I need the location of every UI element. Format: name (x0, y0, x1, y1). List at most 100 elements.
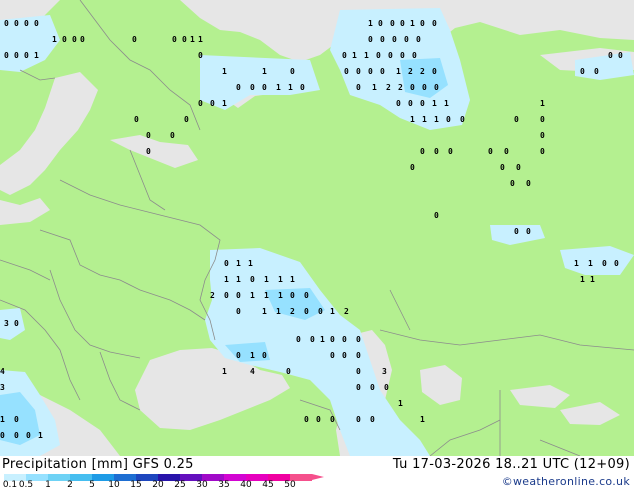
map-canvas: 0 0 0 01 0 0 0 0 0 0 1 10 0 0 11 0 0 0 1 0 00 0 0 0 00 00 1 1 0 0 0 001… (0, 0, 634, 456)
grid-value: 1 (574, 259, 579, 268)
grid-value: 1 (236, 275, 241, 284)
grid-value: 0 (432, 19, 437, 28)
grid-value: 0 (224, 291, 229, 300)
grid-value: 0 (4, 19, 9, 28)
grid-value: 0 (594, 67, 599, 76)
scale-tick-label: 35 (218, 480, 230, 490)
grid-value: 1 (224, 275, 229, 284)
grid-value: 1 (52, 35, 57, 44)
scale-tick-label: 0.1 (2, 480, 18, 490)
grid-value: 2 (210, 291, 215, 300)
grid-value: 1 (420, 415, 425, 424)
grid-value: 2 (420, 67, 425, 76)
scale-arrow (312, 474, 324, 480)
grid-value: 0 (356, 67, 361, 76)
grid-value: 0 (14, 19, 19, 28)
grid-value: 0 (380, 35, 385, 44)
grid-value: 0 (396, 99, 401, 108)
grid-value: 0 (134, 115, 139, 124)
grid-value: 1 (444, 99, 449, 108)
grid-value: 0 (146, 131, 151, 140)
grid-value: 0 (540, 131, 545, 140)
grid-value: 1 (330, 307, 335, 316)
scale-tick-label: 5 (89, 480, 95, 490)
grid-value: 1 (422, 115, 427, 124)
grid-value: 0 (416, 35, 421, 44)
grid-value: 0 (412, 51, 417, 60)
grid-value: 0 (434, 147, 439, 156)
grid-value: 0 (510, 179, 515, 188)
grid-value: 0 (14, 431, 19, 440)
grid-value: 2 (290, 307, 295, 316)
grid-value: 0 (286, 367, 291, 376)
grid-value: 0 (500, 163, 505, 172)
grid-value: 0 (14, 51, 19, 60)
grid-value: 0 (434, 83, 439, 92)
grid-value: 0 (236, 351, 241, 360)
scale-tick-label: 10 (108, 480, 120, 490)
grid-value: 0 (526, 227, 531, 236)
grid-value: 1 (38, 431, 43, 440)
grid-value: 0 (250, 83, 255, 92)
grid-value: 0 (356, 415, 361, 424)
grid-value: 0 (296, 335, 301, 344)
grid-value: 1 (288, 83, 293, 92)
grid-value: 0 (330, 335, 335, 344)
grid-value: 0 (356, 83, 361, 92)
grid-value: 0 (400, 19, 405, 28)
grid-value: 0 (410, 83, 415, 92)
grid-value: 0 (316, 415, 321, 424)
grid-value: 0 (262, 83, 267, 92)
grid-value: 0 (26, 431, 31, 440)
grid-value: 0 (132, 35, 137, 44)
grid-value: 1 (34, 51, 39, 60)
grid-value: 0 (290, 67, 295, 76)
copyright[interactable]: ©weatheronline.co.uk (502, 475, 630, 488)
grid-value: 1 (264, 291, 269, 300)
grid-value: 0 (404, 35, 409, 44)
grid-value: 0 (356, 367, 361, 376)
grid-value: 0 (422, 83, 427, 92)
grid-value: 0 (420, 19, 425, 28)
grid-value: 1 (432, 99, 437, 108)
grid-value: 0 (400, 51, 405, 60)
grid-value: 0 (356, 335, 361, 344)
grid-value: 1 (190, 35, 195, 44)
grid-value: 1 (372, 83, 377, 92)
grid-value: 3 (4, 319, 9, 328)
grid-value: 1 (290, 275, 295, 284)
grid-value: 2 (398, 83, 403, 92)
grid-value: 1 (320, 335, 325, 344)
grid-value: 0 (380, 67, 385, 76)
grid-value: 1 (222, 367, 227, 376)
grid-value: 0 (14, 415, 19, 424)
grid-value: 0 (384, 383, 389, 392)
grid-value: 1 (0, 415, 5, 424)
grid-value: 0 (310, 335, 315, 344)
grid-value: 2 (386, 83, 391, 92)
grid-value: 0 (376, 51, 381, 60)
grid-value: 1 (410, 115, 415, 124)
grid-value: 0 (62, 35, 67, 44)
grid-value: 0 (304, 415, 309, 424)
grid-value: 0 (420, 147, 425, 156)
grid-value: 0 (250, 275, 255, 284)
grid-value: 0 (342, 351, 347, 360)
grid-value: 1 (590, 275, 595, 284)
grid-value: 0 (408, 99, 413, 108)
grid-value: 0 (342, 335, 347, 344)
grid-value: 0 (0, 431, 5, 440)
grid-value: 0 (318, 307, 323, 316)
scale-tick-label: 2 (67, 480, 73, 490)
precipitation-map: 0000100000011000110001000000000011000001… (0, 0, 634, 456)
grid-value: 0 (446, 115, 451, 124)
grid-value: 0 (370, 383, 375, 392)
grid-value: 0 (540, 147, 545, 156)
grid-value: 1 (250, 351, 255, 360)
grid-value: 0 (342, 51, 347, 60)
grid-value: 1 (278, 275, 283, 284)
grid-value: 0 (290, 291, 295, 300)
grid-value: 0 (198, 51, 203, 60)
grid-value: 4 (250, 367, 255, 376)
grid-value: 0 (24, 51, 29, 60)
